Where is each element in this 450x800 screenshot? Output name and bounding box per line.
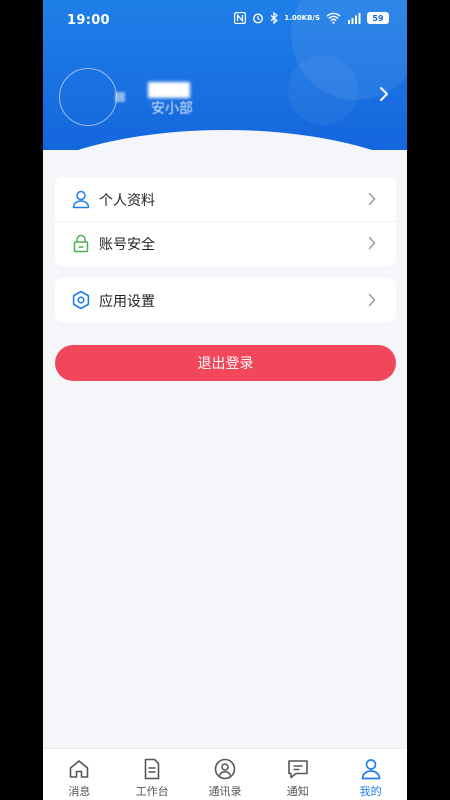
menu-item-account-security[interactable]: 账号安全 [55,221,396,265]
status-icons: 1.00 KB/S 59 [234,12,389,24]
signal-icon [347,12,361,24]
person-icon [361,759,380,780]
avatar[interactable] [59,68,117,126]
battery-indicator: 59 [367,12,389,24]
account-menu-card: 个人资料 账号安全 [55,177,396,266]
tab-label: 消息 [68,785,91,798]
nfc-icon [234,12,247,24]
menu-item-label: 应用设置 [99,294,155,310]
redacted-name [148,82,190,98]
profile-summary[interactable]: 安小部 [43,60,407,130]
screen: 19:00 1.00 KB/S 59 安小部 个人资料 账号安全 应用设置 退出… [43,0,407,800]
chevron-right-icon [368,192,376,206]
tab-contacts[interactable]: 通讯录 [189,749,262,800]
redacted-mark [115,92,125,102]
menu-item-app-settings[interactable]: 应用设置 [55,278,396,322]
message-icon [287,760,308,779]
status-time: 19:00 [67,13,110,28]
bluetooth-icon [270,12,279,24]
chevron-right-icon [368,236,376,250]
wifi-icon [326,12,341,24]
tab-label: 我的 [359,785,382,798]
contacts-icon [214,758,236,780]
chevron-right-icon [368,293,376,307]
tab-label: 工作台 [135,785,169,798]
home-icon [70,760,89,778]
menu-item-label: 个人资料 [99,193,155,209]
tab-me[interactable]: 我的 [334,749,407,800]
settings-menu-card: 应用设置 [55,278,396,322]
tab-label: 通讯录 [208,785,242,798]
menu-item-label: 账号安全 [99,237,155,253]
net-speed: 1.00 KB/S [284,13,320,22]
profile-header: 19:00 1.00 KB/S 59 安小部 [43,0,407,150]
logout-button[interactable]: 退出登录 [55,345,396,381]
lock-icon [73,234,89,253]
tab-workbench[interactable]: 工作台 [116,749,189,800]
settings-hexagon-icon [72,290,90,310]
net-speed-unit: KB/S [301,13,320,22]
document-icon [144,758,160,780]
tab-label: 通知 [286,785,309,798]
status-bar: 19:00 1.00 KB/S 59 [43,0,407,42]
header-curve [43,130,407,150]
bottom-tab-bar: 消息 工作台 通讯录 通知 我的 [43,748,407,800]
user-icon [72,190,90,209]
menu-item-personal-info[interactable]: 个人资料 [55,177,396,221]
tab-notifications[interactable]: 通知 [261,749,334,800]
alarm-icon [252,12,264,24]
tab-messages[interactable]: 消息 [43,749,116,800]
net-speed-value: 1.00 [284,13,302,22]
chevron-right-icon[interactable] [377,86,391,102]
department-label: 安小部 [151,101,193,117]
